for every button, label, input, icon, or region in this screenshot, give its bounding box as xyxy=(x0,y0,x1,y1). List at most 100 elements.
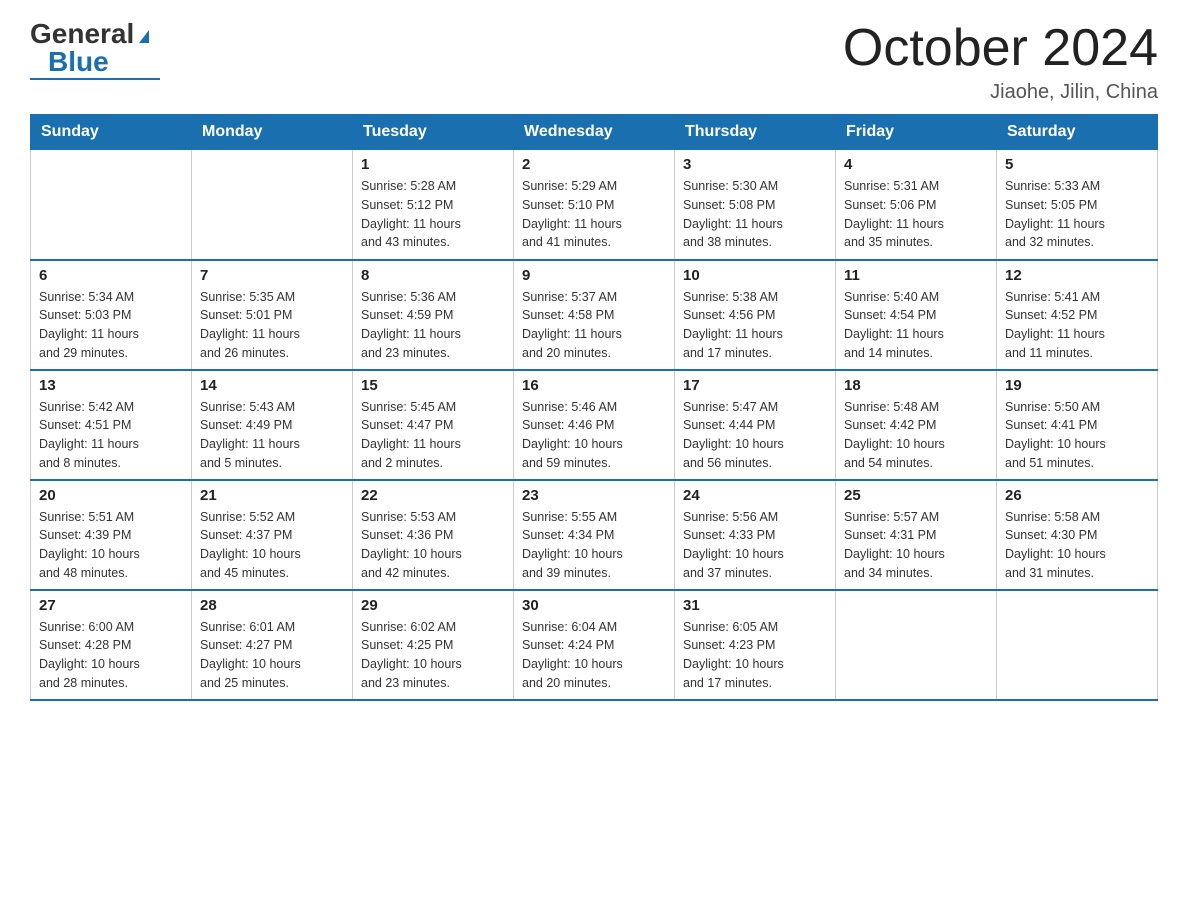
day-number: 18 xyxy=(844,377,988,394)
day-number: 16 xyxy=(522,377,666,394)
calendar-cell: 27 Sunrise: 6:00 AM Sunset: 4:28 PM Dayli… xyxy=(31,590,192,700)
calendar-cell: 16 Sunrise: 5:46 AM Sunset: 4:46 PM Dayli… xyxy=(514,370,675,480)
logo-blue-text: Blue xyxy=(48,48,109,76)
calendar-cell xyxy=(836,590,997,700)
calendar-header-friday: Friday xyxy=(836,115,997,150)
day-info: Sunrise: 6:00 AM Sunset: 4:28 PM Dayligh… xyxy=(39,618,183,693)
day-number: 17 xyxy=(683,377,827,394)
day-info: Sunrise: 5:47 AM Sunset: 4:44 PM Dayligh… xyxy=(683,398,827,473)
calendar-cell: 13 Sunrise: 5:42 AM Sunset: 4:51 PM Dayli… xyxy=(31,370,192,480)
day-info: Sunrise: 5:38 AM Sunset: 4:56 PM Dayligh… xyxy=(683,288,827,363)
location: Jiaohe, Jilin, China xyxy=(843,81,1158,104)
day-info: Sunrise: 5:33 AM Sunset: 5:05 PM Dayligh… xyxy=(1005,177,1149,252)
title-block: October 2024 Jiaohe, Jilin, China xyxy=(843,20,1158,104)
day-info: Sunrise: 5:41 AM Sunset: 4:52 PM Dayligh… xyxy=(1005,288,1149,363)
day-info: Sunrise: 5:37 AM Sunset: 4:58 PM Dayligh… xyxy=(522,288,666,363)
day-number: 12 xyxy=(1005,267,1149,284)
calendar-cell: 30 Sunrise: 6:04 AM Sunset: 4:24 PM Dayli… xyxy=(514,590,675,700)
day-info: Sunrise: 5:29 AM Sunset: 5:10 PM Dayligh… xyxy=(522,177,666,252)
calendar-cell: 3Sunrise: 5:30 AM Sunset: 5:08 PM Daylig… xyxy=(675,150,836,260)
logo-line xyxy=(30,78,160,80)
day-info: Sunrise: 5:57 AM Sunset: 4:31 PM Dayligh… xyxy=(844,508,988,583)
day-info: Sunrise: 5:28 AM Sunset: 5:12 PM Dayligh… xyxy=(361,177,505,252)
calendar-cell: 9 Sunrise: 5:37 AM Sunset: 4:58 PM Daylig… xyxy=(514,260,675,370)
calendar-cell: 26 Sunrise: 5:58 AM Sunset: 4:30 PM Dayli… xyxy=(997,480,1158,590)
day-number: 24 xyxy=(683,487,827,504)
calendar-cell: 1 Sunrise: 5:28 AM Sunset: 5:12 PM Daylig… xyxy=(353,150,514,260)
calendar-cell xyxy=(997,590,1158,700)
calendar-cell: 14 Sunrise: 5:43 AM Sunset: 4:49 PM Dayli… xyxy=(192,370,353,480)
calendar-cell: 12 Sunrise: 5:41 AM Sunset: 4:52 PM Dayli… xyxy=(997,260,1158,370)
day-info: Sunrise: 5:40 AM Sunset: 4:54 PM Dayligh… xyxy=(844,288,988,363)
calendar-header-monday: Monday xyxy=(192,115,353,150)
day-info: Sunrise: 5:43 AM Sunset: 4:49 PM Dayligh… xyxy=(200,398,344,473)
calendar-cell: 4Sunrise: 5:31 AM Sunset: 5:06 PM Daylig… xyxy=(836,150,997,260)
day-number: 21 xyxy=(200,487,344,504)
calendar-cell: 21 Sunrise: 5:52 AM Sunset: 4:37 PM Dayli… xyxy=(192,480,353,590)
day-number: 19 xyxy=(1005,377,1149,394)
calendar-week-row: 1 Sunrise: 5:28 AM Sunset: 5:12 PM Daylig… xyxy=(31,150,1158,260)
day-number: 13 xyxy=(39,377,183,394)
calendar-cell: 23 Sunrise: 5:55 AM Sunset: 4:34 PM Dayli… xyxy=(514,480,675,590)
day-number: 5 xyxy=(1005,156,1149,173)
day-info: Sunrise: 5:53 AM Sunset: 4:36 PM Dayligh… xyxy=(361,508,505,583)
day-info: Sunrise: 5:46 AM Sunset: 4:46 PM Dayligh… xyxy=(522,398,666,473)
calendar-cell xyxy=(192,150,353,260)
day-info: Sunrise: 5:48 AM Sunset: 4:42 PM Dayligh… xyxy=(844,398,988,473)
day-info: Sunrise: 5:58 AM Sunset: 4:30 PM Dayligh… xyxy=(1005,508,1149,583)
calendar-header-row: SundayMondayTuesdayWednesdayThursdayFrid… xyxy=(31,115,1158,150)
day-number: 31 xyxy=(683,597,827,614)
day-number: 9 xyxy=(522,267,666,284)
day-number: 4 xyxy=(844,156,988,173)
day-info: Sunrise: 5:34 AM Sunset: 5:03 PM Dayligh… xyxy=(39,288,183,363)
calendar-cell: 10 Sunrise: 5:38 AM Sunset: 4:56 PM Dayli… xyxy=(675,260,836,370)
day-number: 28 xyxy=(200,597,344,614)
calendar-cell: 5 Sunrise: 5:33 AM Sunset: 5:05 PM Daylig… xyxy=(997,150,1158,260)
day-number: 26 xyxy=(1005,487,1149,504)
day-info: Sunrise: 5:36 AM Sunset: 4:59 PM Dayligh… xyxy=(361,288,505,363)
day-number: 6 xyxy=(39,267,183,284)
calendar-cell: 11 Sunrise: 5:40 AM Sunset: 4:54 PM Dayli… xyxy=(836,260,997,370)
calendar-header-sunday: Sunday xyxy=(31,115,192,150)
calendar-week-row: 20Sunrise: 5:51 AM Sunset: 4:39 PM Dayli… xyxy=(31,480,1158,590)
day-info: Sunrise: 6:05 AM Sunset: 4:23 PM Dayligh… xyxy=(683,618,827,693)
calendar-cell: 19 Sunrise: 5:50 AM Sunset: 4:41 PM Dayli… xyxy=(997,370,1158,480)
day-number: 2 xyxy=(522,156,666,173)
day-info: Sunrise: 5:55 AM Sunset: 4:34 PM Dayligh… xyxy=(522,508,666,583)
page-header: General Blue October 2024 Jiaohe, Jilin,… xyxy=(30,20,1158,104)
day-number: 23 xyxy=(522,487,666,504)
calendar-cell: 6 Sunrise: 5:34 AM Sunset: 5:03 PM Daylig… xyxy=(31,260,192,370)
day-info: Sunrise: 6:01 AM Sunset: 4:27 PM Dayligh… xyxy=(200,618,344,693)
day-number: 29 xyxy=(361,597,505,614)
day-number: 10 xyxy=(683,267,827,284)
logo-general-text: General xyxy=(30,20,134,48)
calendar-cell: 25 Sunrise: 5:57 AM Sunset: 4:31 PM Dayli… xyxy=(836,480,997,590)
day-number: 8 xyxy=(361,267,505,284)
calendar-table: SundayMondayTuesdayWednesdayThursdayFrid… xyxy=(30,114,1158,701)
calendar-cell: 22Sunrise: 5:53 AM Sunset: 4:36 PM Dayli… xyxy=(353,480,514,590)
day-info: Sunrise: 6:04 AM Sunset: 4:24 PM Dayligh… xyxy=(522,618,666,693)
day-number: 25 xyxy=(844,487,988,504)
calendar-cell: 7 Sunrise: 5:35 AM Sunset: 5:01 PM Daylig… xyxy=(192,260,353,370)
calendar-header-tuesday: Tuesday xyxy=(353,115,514,150)
logo-arrow-icon xyxy=(139,30,149,43)
calendar-header-saturday: Saturday xyxy=(997,115,1158,150)
day-info: Sunrise: 5:50 AM Sunset: 4:41 PM Dayligh… xyxy=(1005,398,1149,473)
day-number: 11 xyxy=(844,267,988,284)
day-info: Sunrise: 5:42 AM Sunset: 4:51 PM Dayligh… xyxy=(39,398,183,473)
calendar-week-row: 6 Sunrise: 5:34 AM Sunset: 5:03 PM Daylig… xyxy=(31,260,1158,370)
day-number: 14 xyxy=(200,377,344,394)
day-number: 7 xyxy=(200,267,344,284)
day-number: 30 xyxy=(522,597,666,614)
day-info: Sunrise: 5:51 AM Sunset: 4:39 PM Dayligh… xyxy=(39,508,183,583)
day-info: Sunrise: 5:56 AM Sunset: 4:33 PM Dayligh… xyxy=(683,508,827,583)
day-number: 1 xyxy=(361,156,505,173)
month-title: October 2024 xyxy=(843,20,1158,77)
day-number: 27 xyxy=(39,597,183,614)
calendar-cell: 29Sunrise: 6:02 AM Sunset: 4:25 PM Dayli… xyxy=(353,590,514,700)
day-info: Sunrise: 5:52 AM Sunset: 4:37 PM Dayligh… xyxy=(200,508,344,583)
day-info: Sunrise: 5:35 AM Sunset: 5:01 PM Dayligh… xyxy=(200,288,344,363)
calendar-header-wednesday: Wednesday xyxy=(514,115,675,150)
day-number: 3 xyxy=(683,156,827,173)
calendar-week-row: 13 Sunrise: 5:42 AM Sunset: 4:51 PM Dayli… xyxy=(31,370,1158,480)
